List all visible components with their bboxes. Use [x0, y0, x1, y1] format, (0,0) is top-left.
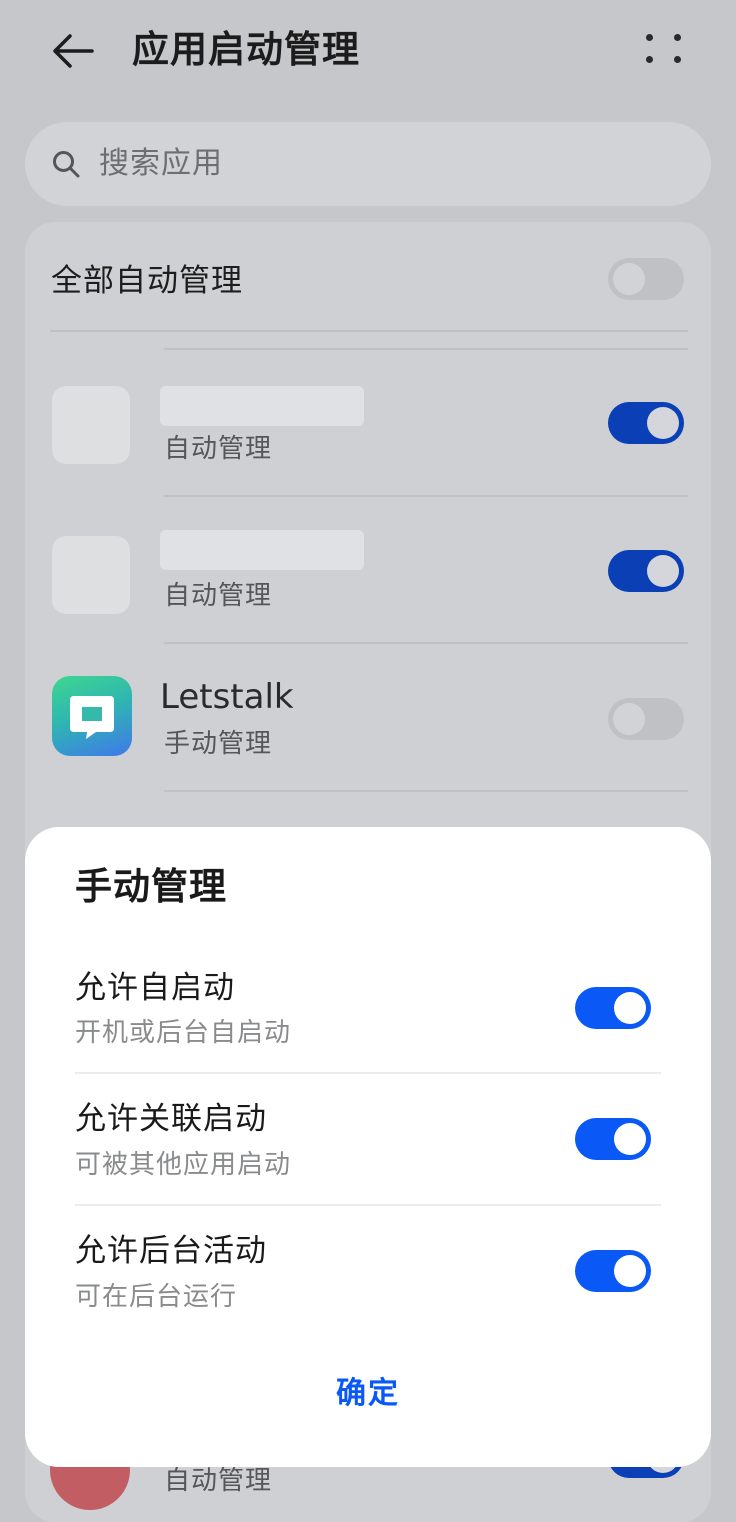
- divider: [164, 495, 688, 497]
- letstalk-app-icon: [52, 676, 132, 756]
- page-title: 应用启动管理: [132, 28, 360, 71]
- search-icon: [53, 151, 80, 178]
- app-name-redacted: [160, 386, 364, 426]
- app-status: 手动管理: [164, 729, 273, 759]
- allow-background-activity-toggle[interactable]: [575, 1250, 651, 1292]
- app-icon: [52, 536, 130, 614]
- app-toggle[interactable]: [608, 550, 684, 592]
- app-icon: [52, 386, 130, 464]
- app-status: 自动管理: [164, 581, 273, 611]
- app-status: 自动管理: [164, 1466, 273, 1496]
- app-status: 自动管理: [164, 434, 273, 464]
- divider: [164, 642, 688, 644]
- divider: [50, 330, 688, 332]
- option-subtitle: 可被其他应用启动: [75, 1150, 292, 1180]
- allow-associated-start-toggle[interactable]: [575, 1118, 651, 1160]
- option-title: 允许关联启动: [75, 1101, 267, 1137]
- divider: [75, 1072, 661, 1074]
- divider: [164, 790, 688, 792]
- search-input[interactable]: 搜索应用: [25, 122, 711, 206]
- all-auto-manage-label: 全部自动管理: [51, 263, 243, 299]
- option-title: 允许后台活动: [75, 1233, 267, 1269]
- option-subtitle: 开机或后台自启动: [75, 1018, 292, 1048]
- app-toggle[interactable]: [608, 402, 684, 444]
- more-options-button[interactable]: [636, 26, 692, 74]
- option-subtitle: 可在后台运行: [75, 1282, 238, 1312]
- app-name-redacted: [160, 530, 364, 570]
- divider: [75, 1204, 661, 1206]
- back-button[interactable]: [44, 24, 104, 80]
- all-auto-manage-toggle[interactable]: [608, 258, 684, 300]
- confirm-button[interactable]: 确定: [268, 1364, 468, 1424]
- allow-auto-start-toggle[interactable]: [575, 987, 651, 1029]
- sheet-title: 手动管理: [75, 865, 227, 908]
- divider: [164, 348, 688, 350]
- arrow-left-icon: [53, 34, 94, 68]
- app-name: Letstalk: [160, 677, 294, 717]
- app-toggle[interactable]: [608, 698, 684, 740]
- search-placeholder: 搜索应用: [99, 146, 223, 181]
- option-title: 允许自启动: [75, 970, 235, 1006]
